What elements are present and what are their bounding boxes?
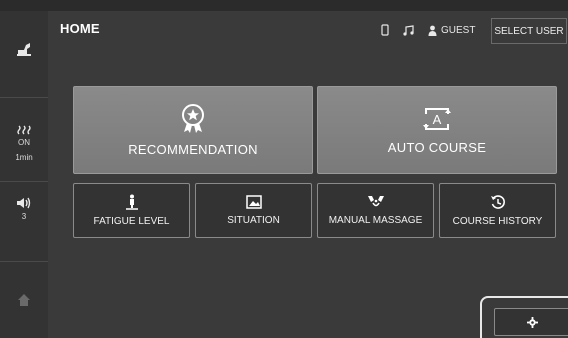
auto-course-label: AUTO COURSE: [387, 139, 487, 155]
volume-control[interactable]: 3: [0, 197, 48, 222]
phone-icon: [381, 24, 389, 36]
recommendation-button[interactable]: RECOMMENDATION: [73, 86, 313, 174]
sidebar-divider: [0, 261, 48, 262]
fatigue-person-icon: [125, 194, 138, 210]
fatigue-level-label: FATIGUE LEVEL: [93, 216, 170, 227]
situation-label: SITUATION: [227, 215, 280, 226]
sidebar: ON 1min 3: [0, 11, 48, 338]
user-status: GUEST: [428, 23, 475, 37]
image-icon: [245, 195, 262, 209]
award-icon: [182, 103, 204, 133]
page-title: HOME: [60, 21, 100, 36]
massage-icon: [367, 196, 384, 207]
sidebar-divider: [0, 181, 48, 182]
select-user-button[interactable]: SELECT USER: [491, 18, 567, 44]
heat-icon: [17, 125, 31, 135]
main-panel: HOME GUEST SELECT USER RECOMMENDATION A …: [48, 11, 568, 338]
manual-massage-label: MANUAL MASSAGE: [328, 215, 423, 226]
home-icon: [18, 294, 30, 306]
fatigue-level-button[interactable]: FATIGUE LEVEL: [73, 183, 190, 238]
sidebar-divider: [0, 97, 48, 98]
user-icon: [428, 25, 437, 36]
svg-text:A: A: [433, 112, 442, 127]
home-button[interactable]: [0, 293, 48, 309]
chair-button[interactable]: [0, 41, 48, 59]
heat-status: ON: [18, 138, 30, 147]
volume-icon: [17, 197, 31, 209]
gear-icon: [526, 316, 538, 328]
user-name: GUEST: [441, 24, 476, 36]
course-history-label: COURSE HISTORY: [452, 216, 543, 227]
history-icon: [490, 195, 505, 209]
phone-status: [381, 23, 389, 37]
situation-button[interactable]: SITUATION: [195, 183, 312, 238]
settings-button[interactable]: [494, 308, 568, 336]
chair-icon: [17, 43, 31, 56]
heat-timer: 1min: [15, 153, 33, 162]
manual-massage-button[interactable]: MANUAL MASSAGE: [317, 183, 434, 238]
recommendation-label: RECOMMENDATION: [128, 141, 258, 157]
app-frame: ON 1min 3 HOME GUEST SELECT USER RECOMME…: [0, 0, 568, 338]
course-history-button[interactable]: COURSE HISTORY: [439, 183, 556, 238]
music-icon: [403, 24, 414, 36]
auto-course-button[interactable]: A AUTO COURSE: [317, 86, 557, 174]
heat-control[interactable]: ON 1min: [0, 125, 48, 163]
volume-level: 3: [21, 212, 27, 221]
music-status: [403, 23, 414, 37]
auto-course-icon: A: [423, 107, 451, 130]
